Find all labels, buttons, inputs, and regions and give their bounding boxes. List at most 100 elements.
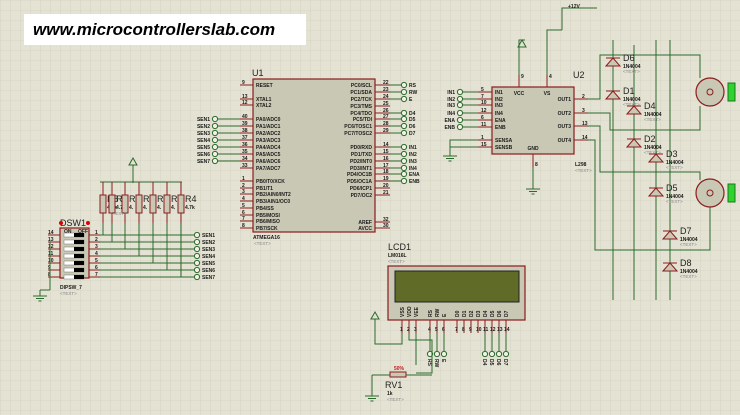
pin-number: 13 [497,327,503,333]
schematic[interactable]: www.microcontrollerslab.com 50% U1ATMEGA… [0,0,740,415]
terminal-sen4[interactable] [193,252,201,260]
terminal-in4[interactable] [400,164,408,172]
pin-number: 24 [383,94,389,100]
dip-switch-lever [74,254,84,258]
pin-name: D2 [469,310,475,317]
terminal-sen2[interactable] [211,122,219,130]
pin-number: 27 [383,114,389,120]
terminal-label: SEN5 [202,261,215,267]
pin-number: 4 [549,74,552,80]
resistor-value: 4. [129,205,134,211]
schematic-canvas[interactable]: www.microcontrollerslab.com 50% U1 ATMEGA… [0,0,740,415]
pin-name: SENSB [495,145,513,151]
terminal-sen2[interactable] [193,238,201,246]
terminal-enb[interactable] [400,177,408,185]
motor-icon[interactable] [695,178,725,208]
terminal-rw[interactable] [400,88,408,96]
terminal-label: RS [426,359,432,367]
terminal-in2[interactable] [456,95,464,103]
pin-number: 28 [383,121,389,127]
terminal-e[interactable] [440,350,448,358]
terminal-rw[interactable] [433,350,441,358]
terminal-label: IN3 [409,159,417,165]
pin-name: PC5/TDI [353,117,373,123]
terminal-label: SEN1 [202,233,215,239]
resistor[interactable] [135,194,143,214]
pin-name: VDD [407,306,413,317]
pin-name: IN4 [495,111,503,117]
terminal-d4[interactable] [400,109,408,117]
pin-name: RW [435,308,441,317]
pin-number: 4 [242,196,245,202]
pin-number: 3 [582,108,585,114]
terminal-in3[interactable] [456,101,464,109]
terminal-sen7[interactable] [193,273,201,281]
terminal-in1[interactable] [456,88,464,96]
terminal-sen6[interactable] [193,266,201,274]
pin-name: OUT2 [558,111,572,117]
terminal-d5[interactable] [400,115,408,123]
terminal-d7[interactable] [400,129,408,137]
terminal-rs[interactable] [400,81,408,89]
terminal-d6[interactable] [400,122,408,130]
pin-name: PB4/SS [256,206,274,212]
resistor[interactable] [177,194,185,214]
pin-name: PA6/ADC6 [256,159,281,165]
terminal-d5[interactable] [488,350,496,358]
pin-name: PB2/AIN0/INT2 [256,192,291,198]
terminal-d6[interactable] [495,350,503,358]
pin-number: 21 [383,190,389,196]
terminal-in3[interactable] [400,157,408,165]
resistor[interactable] [99,194,107,214]
dipsw-ref: DSW1 [60,218,86,228]
lcd-screen [394,270,520,303]
pin-number: 33 [242,163,248,169]
pin-number: 12 [48,244,54,250]
resistor-value: 4.7k [185,205,195,211]
resistor-ref: R4 [185,194,197,204]
pin-number: 3 [95,244,98,250]
terminal-d7[interactable] [502,350,510,358]
pin-number: 15 [481,142,487,148]
terminal-sen7[interactable] [211,157,219,165]
terminal-d4[interactable] [481,350,489,358]
pin-name: PC7/TOSC2 [344,131,372,137]
terminal-sen4[interactable] [211,136,219,144]
terminal-label: IN1 [409,145,417,151]
terminal-sen1[interactable] [211,115,219,123]
pin-name: PC1/SDA [350,90,372,96]
terminal-in1[interactable] [400,143,408,151]
terminal-label: RW [433,359,439,368]
terminal-label: IN1 [447,90,455,96]
pin-name: D7 [504,310,510,317]
potentiometer[interactable] [389,371,407,378]
terminal-sen6[interactable] [211,150,219,158]
terminal-sen3[interactable] [193,245,201,253]
terminal-sen3[interactable] [211,129,219,137]
terminal-in4[interactable] [456,109,464,117]
pin-name: PA0/ADC0 [256,117,281,123]
pin-name: PD6/ICP1 [350,186,372,192]
terminal-sen5[interactable] [211,143,219,151]
terminal-ena[interactable] [400,170,408,178]
terminal-sen5[interactable] [193,259,201,267]
terminal-in2[interactable] [400,150,408,158]
diode-ref: D5 [666,183,678,193]
terminal-ena[interactable] [456,116,464,124]
terminal-label: D4 [481,359,487,366]
dipsw-marker [86,221,90,225]
resistor[interactable] [149,194,157,214]
pin-name: OUT1 [558,97,572,103]
terminal-label: D6 [409,124,416,130]
motor-icon[interactable] [695,77,725,107]
pin-name: ENA [495,118,506,124]
motor-terminal [727,183,736,203]
terminal-sen1[interactable] [193,231,201,239]
pin-number: 2 [407,327,410,333]
terminal-label: D6 [495,359,501,366]
pin-number: 36 [242,142,248,148]
terminal-e[interactable] [400,95,408,103]
terminal-label: IN4 [447,111,455,117]
resistor[interactable] [163,194,171,214]
terminal-enb[interactable] [456,123,464,131]
